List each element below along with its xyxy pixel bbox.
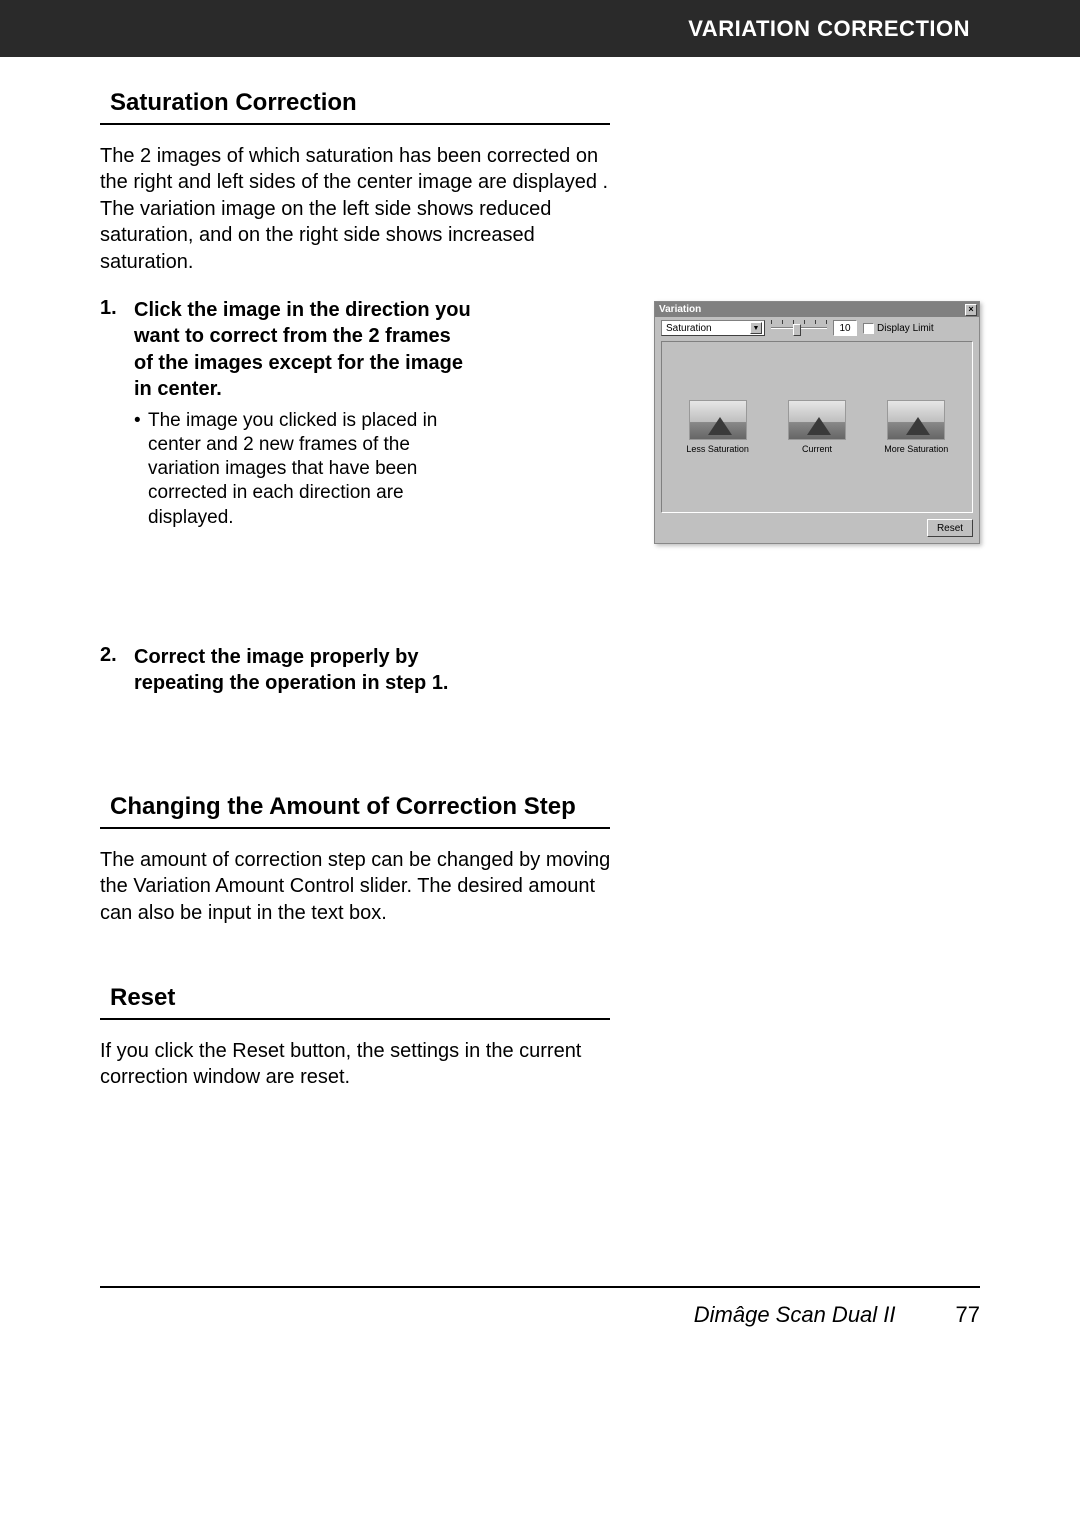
dialog-footer: Reset — [655, 519, 979, 543]
step-1-number: 1. — [100, 297, 134, 320]
step-2: 2. Correct the image properly by repeati… — [100, 644, 980, 697]
dialog-title: Variation — [659, 304, 701, 315]
heading-reset: Reset — [100, 984, 610, 1020]
variation-amount-input[interactable]: 10 — [833, 320, 857, 336]
display-limit-checkbox[interactable]: Display Limit — [863, 323, 934, 334]
header-title: VARIATION CORRECTION — [688, 16, 970, 42]
select-value: Saturation — [666, 323, 712, 334]
thumb-more-saturation[interactable]: More Saturation — [875, 400, 957, 454]
reset-button[interactable]: Reset — [927, 519, 973, 537]
thumbnail-image-icon — [887, 400, 945, 440]
step-1-title: Click the image in the direction you wan… — [134, 297, 474, 403]
thumb-current-label: Current — [802, 444, 832, 454]
variation-thumbnails: Less Saturation Current More Saturation — [661, 341, 973, 513]
page-header: VARIATION CORRECTION — [0, 0, 1080, 57]
slider-thumb-icon[interactable] — [793, 324, 801, 336]
variation-amount-slider[interactable] — [771, 320, 827, 336]
thumbnail-image-icon — [689, 400, 747, 440]
footer-page-number: 77 — [956, 1302, 980, 1328]
chevron-down-icon: ▼ — [750, 322, 762, 334]
thumb-less-saturation[interactable]: Less Saturation — [677, 400, 759, 454]
correction-type-select[interactable]: Saturation ▼ — [661, 320, 765, 336]
step-1-bullet: • The image you clicked is placed in cen… — [134, 409, 480, 531]
step-2-title: Correct the image properly by repeating … — [134, 644, 514, 697]
display-limit-label: Display Limit — [877, 323, 934, 334]
footer-rule — [100, 1286, 980, 1288]
thumb-less-label: Less Saturation — [686, 444, 749, 454]
intro-text: The 2 images of which saturation has bee… — [100, 143, 620, 275]
thumbnail-image-icon — [788, 400, 846, 440]
variation-dialog: Variation × Saturation ▼ 10 Display Limi… — [654, 301, 980, 544]
checkbox-icon — [863, 323, 874, 334]
page-content: Saturation Correction The 2 images of wh… — [0, 57, 1080, 1091]
step-2-number: 2. — [100, 644, 134, 667]
dialog-toolbar: Saturation ▼ 10 Display Limit — [655, 317, 979, 339]
correction-step-body: The amount of correction step can be cha… — [100, 847, 620, 926]
step-1-bullet-text: The image you clicked is placed in cente… — [148, 409, 480, 531]
heading-correction-step: Changing the Amount of Correction Step — [100, 793, 610, 829]
thumb-more-label: More Saturation — [884, 444, 948, 454]
page-footer: Dimâge Scan Dual II 77 — [694, 1302, 980, 1328]
dialog-titlebar: Variation × — [655, 302, 979, 317]
heading-saturation-correction: Saturation Correction — [100, 89, 610, 125]
reset-body: If you click the Reset button, the setti… — [100, 1038, 620, 1091]
footer-product: Dimâge Scan Dual II — [694, 1302, 896, 1328]
close-icon[interactable]: × — [965, 304, 977, 316]
bullet-icon: • — [134, 409, 148, 531]
thumb-current[interactable]: Current — [776, 400, 858, 454]
